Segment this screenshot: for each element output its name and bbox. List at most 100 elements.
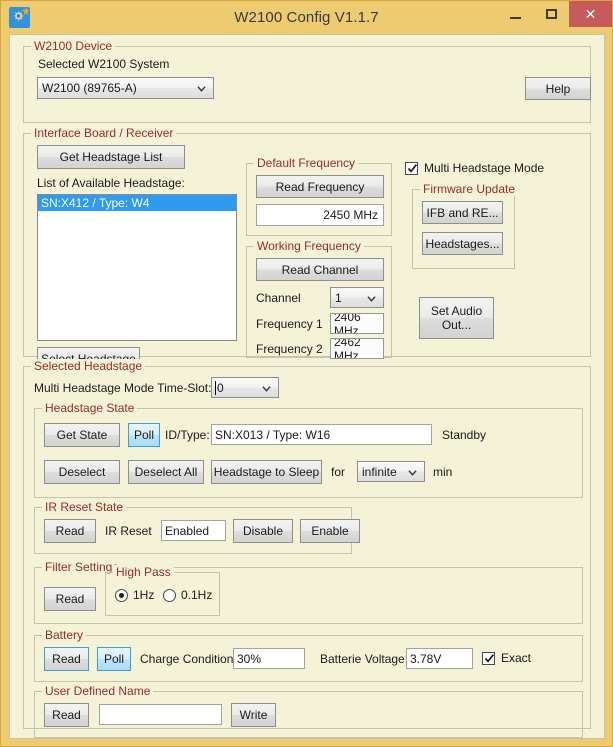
minimize-icon xyxy=(509,16,521,19)
group-interface-board: Interface Board / Receiver Get Headstage… xyxy=(23,126,591,370)
headstages-firmware-button[interactable]: Headstages... xyxy=(422,232,503,255)
ir-reset-read-button[interactable]: Read xyxy=(44,519,96,543)
chevron-down-icon xyxy=(367,295,376,302)
high-pass-1hz-radio[interactable]: 1Hz xyxy=(115,588,154,602)
poll-state-button[interactable]: Poll xyxy=(128,423,160,447)
checkmark-icon xyxy=(484,653,495,663)
selected-system-combo[interactable]: W2100 (89765-A) xyxy=(37,77,214,99)
frequency2-value[interactable]: 2462 MHz xyxy=(330,338,384,359)
chevron-down-icon xyxy=(262,385,271,392)
high-pass-01hz-label: 0.1Hz xyxy=(181,588,213,602)
headstage-status-text: Standby xyxy=(442,428,487,442)
timeslot-value: 0 xyxy=(215,380,224,395)
battery-exact-label: Exact xyxy=(501,651,532,665)
high-pass-1hz-label: 1Hz xyxy=(133,588,155,602)
checkbox-box xyxy=(405,161,418,175)
read-channel-button[interactable]: Read Channel xyxy=(256,258,384,281)
maximize-icon xyxy=(545,9,557,19)
headstage-listbox[interactable]: SN:X412 / Type: W4 xyxy=(37,194,237,341)
group-selected-headstage: Selected Headstage Multi Headstage Mode … xyxy=(23,359,591,738)
ir-reset-enable-button[interactable]: Enable xyxy=(300,519,360,543)
app-window: W2100 Config V1.1.7 ✕ W2100 Device Selec… xyxy=(0,0,613,747)
ifb-and-re-button[interactable]: IFB and RE... xyxy=(422,201,503,224)
battery-poll-button[interactable]: Poll xyxy=(97,647,131,671)
radio-dot xyxy=(115,588,128,602)
checkbox-box xyxy=(482,651,495,665)
user-name-input[interactable] xyxy=(99,704,222,725)
channel-label: Channel xyxy=(256,291,301,305)
group-high-pass-title: High Pass xyxy=(113,565,174,579)
sleep-duration-value: infinite xyxy=(362,464,397,479)
window-controls: ✕ xyxy=(497,1,612,27)
multi-headstage-mode-checkbox[interactable]: Multi Headstage Mode xyxy=(405,161,544,175)
timeslot-label: Multi Headstage Mode Time-Slot: xyxy=(34,381,212,395)
list-item[interactable]: SN:X412 / Type: W4 xyxy=(38,195,236,211)
group-user-defined-name-title: User Defined Name xyxy=(42,684,154,698)
title-bar: W2100 Config V1.1.7 ✕ xyxy=(1,1,612,34)
group-default-frequency: Default Frequency Read Frequency 2450 MH… xyxy=(246,156,392,236)
filter-read-button[interactable]: Read xyxy=(44,587,96,611)
high-pass-01hz-radio[interactable]: 0.1Hz xyxy=(163,588,212,602)
ir-reset-disable-button[interactable]: Disable xyxy=(233,519,293,543)
battery-exact-checkbox[interactable]: Exact xyxy=(482,651,531,665)
minimize-button[interactable] xyxy=(497,1,533,27)
group-selected-headstage-title: Selected Headstage xyxy=(31,359,146,373)
default-frequency-value[interactable]: 2450 MHz xyxy=(256,204,384,226)
get-headstage-list-button[interactable]: Get Headstage List xyxy=(37,145,185,169)
group-w2100-device: W2100 Device Selected W2100 System W2100… xyxy=(23,39,591,123)
get-state-button[interactable]: Get State xyxy=(44,423,120,447)
help-button[interactable]: Help xyxy=(525,77,591,100)
user-name-read-button[interactable]: Read xyxy=(44,703,89,727)
for-label: for xyxy=(331,465,346,479)
chevron-down-icon xyxy=(408,469,417,476)
ir-reset-value[interactable]: Enabled xyxy=(161,520,226,541)
group-w2100-device-title: W2100 Device xyxy=(31,39,116,53)
selected-system-label: Selected W2100 System xyxy=(38,57,170,71)
user-name-write-button[interactable]: Write xyxy=(231,703,276,727)
min-label: min xyxy=(433,465,453,479)
radio-dot xyxy=(163,588,176,602)
group-default-frequency-title: Default Frequency xyxy=(254,156,359,170)
group-headstage-state: Headstage State Get State Poll ID/Type: … xyxy=(34,401,583,498)
selected-system-value: W2100 (89765-A) xyxy=(42,81,137,95)
battery-read-button[interactable]: Read xyxy=(44,647,89,671)
maximize-button[interactable] xyxy=(533,1,569,27)
battery-voltage-value[interactable]: 3.78V xyxy=(406,648,473,669)
frequency2-label: Frequency 2 xyxy=(256,342,323,356)
charge-condition-value[interactable]: 30% xyxy=(233,648,305,669)
id-type-label: ID/Type: xyxy=(165,428,210,442)
group-firmware-update-title: Firmware Update xyxy=(420,182,519,196)
close-button[interactable]: ✕ xyxy=(569,1,612,27)
client-area: W2100 Device Selected W2100 System W2100… xyxy=(9,34,605,739)
group-working-frequency: Working Frequency Read Channel Channel 1… xyxy=(246,239,392,359)
group-battery-title: Battery xyxy=(42,628,87,642)
timeslot-combo[interactable]: 0 xyxy=(211,377,279,398)
set-audio-out-button[interactable]: Set Audio Out... xyxy=(419,297,494,339)
group-ir-reset-state-title: IR Reset State xyxy=(42,500,127,514)
available-headstage-label: List of Available Headstage: xyxy=(37,176,185,190)
deselect-all-button[interactable]: Deselect All xyxy=(128,460,204,484)
checkmark-icon xyxy=(407,163,418,173)
group-battery: Battery Read Poll Charge Condition: 30% … xyxy=(34,628,583,682)
group-ir-reset-state: IR Reset State Read IR Reset Enabled Dis… xyxy=(34,500,360,554)
deselect-button[interactable]: Deselect xyxy=(44,460,120,484)
frequency1-value[interactable]: 2406 MHz xyxy=(330,313,384,334)
chevron-down-icon xyxy=(197,86,206,92)
group-headstage-state-title: Headstage State xyxy=(42,401,138,415)
multi-headstage-mode-label: Multi Headstage Mode xyxy=(424,161,545,175)
read-frequency-button[interactable]: Read Frequency xyxy=(256,175,384,198)
charge-condition-label: Charge Condition: xyxy=(140,652,237,666)
group-firmware-update: Firmware Update IFB and RE... Headstages… xyxy=(412,182,519,269)
group-interface-board-title: Interface Board / Receiver xyxy=(31,126,177,140)
app-gear-icon xyxy=(9,7,30,28)
group-user-defined-name: User Defined Name Read Write xyxy=(34,684,583,738)
headstage-to-sleep-button[interactable]: Headstage to Sleep xyxy=(211,460,322,484)
id-type-value[interactable]: SN:X013 / Type: W16 xyxy=(211,424,432,445)
group-high-pass: High Pass 1Hz 0.1Hz xyxy=(105,565,220,616)
battery-voltage-label: Batterie Voltage: xyxy=(320,652,409,666)
channel-combo[interactable]: 1 xyxy=(330,287,384,308)
channel-value: 1 xyxy=(335,290,342,305)
group-working-frequency-title: Working Frequency xyxy=(254,239,364,253)
sleep-duration-combo[interactable]: infinite xyxy=(357,461,425,482)
group-filter-settings: Filter Settings Read High Pass 1Hz 0.1Hz xyxy=(34,560,583,624)
